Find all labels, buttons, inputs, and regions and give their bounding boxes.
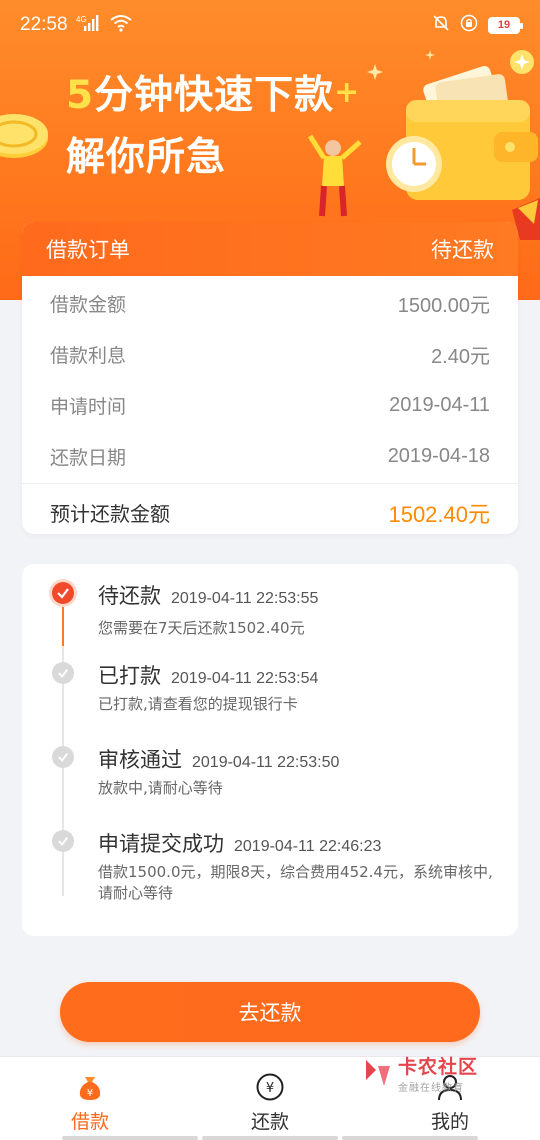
order-total-label: 预计还款金额	[50, 502, 170, 526]
timeline-desc: 借款1500.0元，期限8天，综合费用452.4元，系统审核中,请耐心等待	[98, 863, 493, 902]
timeline-desc: 已打款,请查看您的提现银行卡	[98, 695, 298, 713]
order-total-value: 1502.40元	[388, 501, 490, 527]
timeline-desc: 您需要在7天后还款1502.40元	[98, 619, 305, 637]
check-icon	[52, 662, 74, 684]
yen-circle-icon: ¥	[254, 1071, 286, 1103]
order-row-apply-date: 申请时间 2019-04-11	[22, 380, 518, 431]
nav-label: 我的	[430, 1111, 469, 1133]
watermark-subtitle: 金融在线教育	[398, 1083, 464, 1094]
battery-icon: 19	[488, 16, 523, 34]
order-card: 借款订单 待还款 借款金额 1500.00元 借款利息 2.40元 申请时间 2…	[22, 222, 518, 534]
timeline-title: 待还款	[98, 584, 161, 608]
nav-item-loan[interactable]: ¥ 借款	[0, 1057, 180, 1140]
status-time: 22:58	[20, 14, 68, 35]
order-status: 待还款	[431, 238, 494, 262]
timeline-title: 申请提交成功	[98, 832, 224, 856]
order-title: 借款订单	[46, 238, 130, 262]
coin-decoration-icon	[0, 114, 48, 158]
timeline-time: 2019-04-11 22:46:23	[234, 838, 382, 855]
network-type: 4G	[76, 15, 87, 24]
wifi-icon	[109, 14, 132, 37]
repay-button[interactable]: 去还款	[60, 982, 480, 1042]
lock-rotation-icon	[460, 14, 478, 37]
watermark: 卡农社区 金融在线教育	[360, 1052, 478, 1094]
check-active-icon	[52, 582, 74, 604]
nav-item-repay[interactable]: ¥ 还款	[180, 1057, 360, 1140]
order-total-row: 预计还款金额 1502.40元	[22, 483, 518, 534]
order-row-amount: 借款金额 1500.00元	[22, 278, 518, 329]
order-row-label: 借款利息	[50, 345, 127, 367]
order-row-value: 2019-04-11	[389, 394, 490, 416]
timeline-time: 2019-04-11 22:53:50	[192, 754, 340, 771]
timeline-time: 2019-04-11 22:53:54	[171, 670, 319, 687]
order-row-interest: 借款利息 2.40元	[22, 329, 518, 380]
svg-text:¥: ¥	[266, 1081, 274, 1096]
check-icon	[52, 830, 74, 852]
timeline-time: 2019-04-11 22:53:55	[171, 590, 319, 607]
slogan-digit: 5	[66, 73, 95, 118]
silent-bell-icon	[432, 14, 450, 37]
order-row-label: 申请时间	[50, 396, 127, 418]
order-row-label: 还款日期	[50, 447, 127, 469]
timeline-title: 已打款	[98, 664, 161, 688]
gesture-bar	[62, 1136, 478, 1140]
timeline-active-connector	[62, 604, 64, 646]
order-card-header: 借款订单 待还款	[22, 222, 518, 276]
money-bag-icon: ¥	[74, 1071, 106, 1103]
nav-label: 借款	[70, 1111, 109, 1133]
watermark-logo-icon	[366, 1060, 390, 1086]
nav-label: 还款	[250, 1111, 289, 1133]
order-row-value: 1500.00元	[397, 295, 490, 317]
order-row-value: 2.40元	[431, 346, 490, 368]
order-row-label: 借款金额	[50, 294, 127, 316]
svg-text:¥: ¥	[87, 1088, 93, 1099]
timeline-title: 审核通过	[98, 748, 182, 772]
order-row-value: 2019-04-18	[387, 445, 490, 467]
timeline-desc: 放款中,请耐心等待	[98, 779, 223, 797]
battery-level: 19	[497, 19, 511, 31]
order-row-due-date: 还款日期 2019-04-18	[22, 431, 518, 482]
watermark-title: 卡农社区	[398, 1056, 479, 1078]
signal-icon: 4G	[76, 14, 102, 37]
check-icon	[52, 746, 74, 768]
wallet-illustration-icon	[307, 50, 540, 240]
progress-timeline: 待还款 2019-04-11 22:53:55 您需要在7天后还款1502.40…	[22, 564, 518, 936]
